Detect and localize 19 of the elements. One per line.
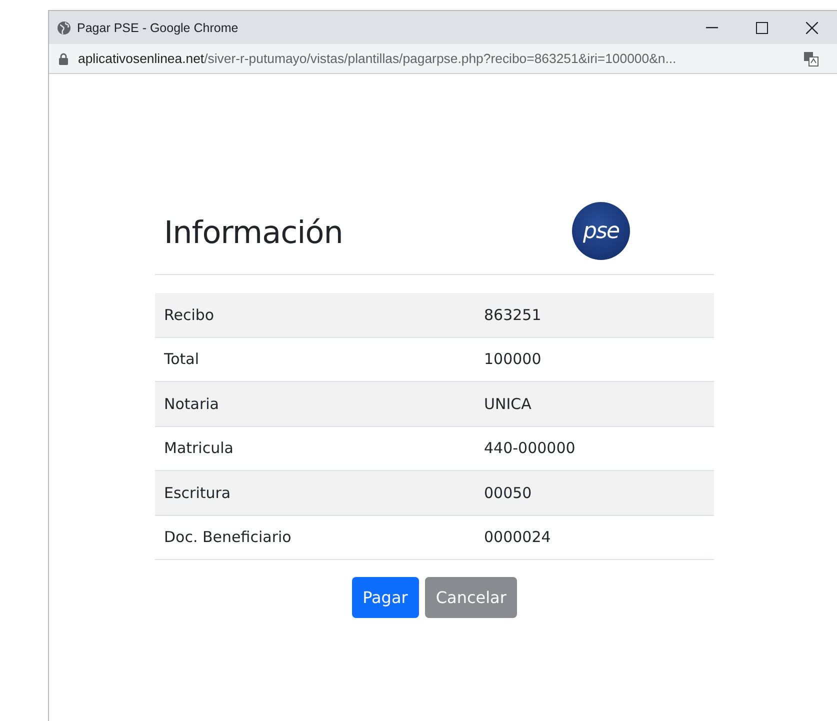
field-value: 863251 [475, 293, 714, 337]
page-heading: Información [164, 215, 344, 251]
field-value: 00050 [475, 470, 714, 515]
translate-icon[interactable] [803, 50, 819, 66]
maximize-icon [756, 22, 768, 34]
logo-text: pse [583, 218, 619, 244]
field-value: 0000024 [475, 515, 714, 560]
field-label: Notaria [155, 382, 475, 426]
close-icon [806, 22, 818, 34]
field-label: Doc. Beneficiario [155, 515, 475, 560]
cancel-button[interactable]: Cancelar [424, 577, 518, 618]
window-title: Pagar PSE - Google Chrome [77, 20, 240, 34]
pay-button[interactable]: Pagar [352, 577, 419, 618]
field-value: UNICA [475, 382, 714, 426]
field-label: Recibo [155, 293, 475, 337]
lock-icon [59, 52, 68, 64]
globe-icon [57, 20, 71, 34]
minimize-icon [706, 26, 718, 28]
field-label: Escritura [155, 470, 475, 515]
